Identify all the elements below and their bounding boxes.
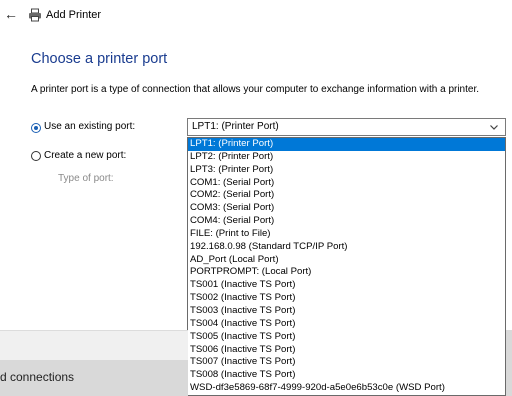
port-option[interactable]: LPT2: (Printer Port) [188,151,505,164]
wizard-footer [0,330,188,361]
port-option[interactable]: COM3: (Serial Port) [188,202,505,215]
port-option[interactable]: TS005 (Inactive TS Port) [188,331,505,344]
port-option[interactable]: WSD-df3e5869-68f7-4999-920d-a5e0e6b53c0e… [188,382,505,395]
existing-port-radio[interactable] [31,123,41,133]
chevron-down-icon[interactable] [489,122,499,132]
port-option[interactable]: LPT1: (Printer Port) [188,138,505,151]
window-title: Add Printer [46,9,102,21]
background-window-bar: d connections [0,360,188,396]
port-option[interactable]: 192.168.0.98 (Standard TCP/IP Port) [188,241,505,254]
printer-icon [29,8,41,22]
port-option[interactable]: TS003 (Inactive TS Port) [188,305,505,318]
page-description: A printer port is a type of connection t… [31,84,480,95]
port-option[interactable]: TS007 (Inactive TS Port) [188,356,505,369]
port-dropdown-list[interactable]: LPT1: (Printer Port) LPT2: (Printer Port)… [187,137,506,396]
back-arrow-icon[interactable]: ← [4,7,18,21]
port-option[interactable]: AD_Port (Local Port) [188,254,505,267]
new-port-label[interactable]: Create a new port: [44,150,126,161]
port-type-label: Type of port: [58,173,114,184]
title-bar: ← Add Printer [0,0,512,32]
port-option[interactable]: LPT3: (Printer Port) [188,164,505,177]
new-port-radio[interactable] [31,151,41,161]
existing-port-select[interactable]: LPT1: (Printer Port) [187,118,506,136]
port-option[interactable]: PORTPROMPT: (Local Port) [188,266,505,279]
port-option[interactable]: TS001 (Inactive TS Port) [188,279,505,292]
port-option[interactable]: TS008 (Inactive TS Port) [188,369,505,382]
port-option[interactable]: TS004 (Inactive TS Port) [188,318,505,331]
port-option[interactable]: COM1: (Serial Port) [188,177,505,190]
background-window-text: d connections [0,370,75,384]
port-option[interactable]: TS002 (Inactive TS Port) [188,292,505,305]
existing-port-select-value: LPT1: (Printer Port) [192,121,279,132]
port-option[interactable]: FILE: (Print to File) [188,228,505,241]
port-option[interactable]: COM4: (Serial Port) [188,215,505,228]
background-window-edge [506,330,512,396]
existing-port-label[interactable]: Use an existing port: [44,121,135,132]
port-option[interactable]: TS006 (Inactive TS Port) [188,344,505,357]
port-option[interactable]: COM2: (Serial Port) [188,189,505,202]
page-heading: Choose a printer port [31,51,168,67]
